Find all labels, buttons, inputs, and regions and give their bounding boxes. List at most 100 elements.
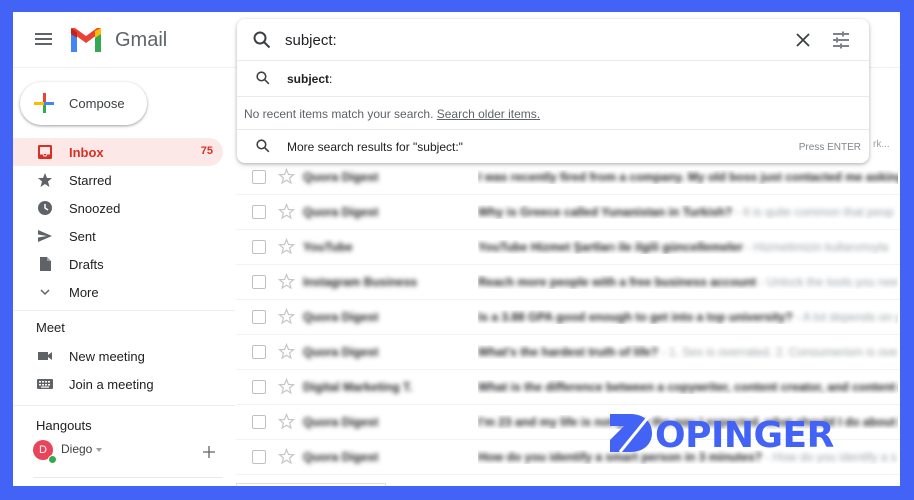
sidebar-item-label: More — [69, 285, 99, 300]
email-sender: Quora Digest — [303, 205, 379, 219]
email-preview: Reach more people with a free business a… — [478, 275, 898, 289]
suggestion-text: subject: — [287, 72, 332, 86]
star-icon — [38, 173, 52, 187]
email-row[interactable]: Quora Digest Is a 3.88 GPA good enough to… — [236, 300, 900, 335]
search-input[interactable] — [285, 27, 785, 53]
sidebar-item-more[interactable]: More — [13, 278, 223, 306]
email-preview: Why is Greece called Yunanistan in Turki… — [478, 205, 898, 219]
more-results-text: More search results for "subject:" — [287, 140, 463, 154]
sidebar-item-starred[interactable]: Starred — [13, 166, 223, 194]
email-sender: YouTube — [303, 240, 353, 254]
email-subject: What's the hardest truth of life? — [478, 345, 659, 359]
row-checkbox[interactable] — [252, 345, 266, 359]
star-outline-icon[interactable] — [278, 413, 295, 430]
search-options-icon[interactable] — [832, 31, 850, 49]
row-checkbox[interactable] — [252, 415, 266, 429]
email-row[interactable]: Instagram Business Reach more people with… — [236, 265, 900, 300]
email-snippet: - 1. Sex is overrated. 2. Consumerism is… — [658, 345, 898, 359]
email-row[interactable]: YouTube YouTube Hizmet Şartları ile ilgil… — [236, 230, 900, 265]
email-subject: YouTube Hizmet Şartları ile ilgili günce… — [478, 240, 743, 254]
compose-plus-icon — [34, 93, 54, 113]
star-outline-icon[interactable] — [278, 273, 295, 290]
sidebar-item-label: Drafts — [69, 257, 104, 272]
gmail-logo-icon — [71, 28, 101, 52]
email-preview: What is the difference between a copywri… — [478, 380, 898, 394]
main-menu-icon[interactable] — [33, 30, 55, 50]
email-sender: Digital Marketing T. — [303, 380, 413, 394]
dopinger-d-logo-icon — [610, 410, 656, 452]
email-snippet: - Hizmetimizin kullanımıyla — [742, 240, 889, 254]
suggestion-rest: : — [329, 72, 333, 86]
search-older-items-link[interactable]: Search older items. — [437, 107, 540, 121]
star-outline-icon[interactable] — [278, 378, 295, 395]
email-subject: I was recently fired from a company. My … — [478, 170, 898, 184]
hangouts-divider — [33, 477, 223, 478]
star-outline-icon[interactable] — [278, 448, 295, 465]
email-sender: Quora Digest — [303, 345, 379, 359]
row-checkbox[interactable] — [252, 205, 266, 219]
row-checkbox[interactable] — [252, 240, 266, 254]
sidebar-item-drafts[interactable]: Drafts — [13, 250, 223, 278]
sidebar-item-label: Snoozed — [69, 201, 121, 216]
online-status-dot — [48, 455, 57, 464]
email-sender: Quora Digest — [303, 310, 379, 324]
email-row[interactable]: Quora Digest I was recently fired from a … — [236, 160, 900, 195]
video-camera-icon — [38, 352, 52, 360]
new-meeting-button[interactable]: New meeting — [13, 343, 223, 369]
draft-icon — [40, 257, 51, 271]
search-suggestion[interactable]: subject: — [237, 61, 869, 97]
sidebar-item-label: Starred — [69, 173, 112, 188]
email-preview: Is a 3.88 GPA good enough to get into a … — [478, 310, 898, 324]
clear-search-icon[interactable] — [794, 31, 812, 49]
meet-section-title: Meet — [36, 320, 65, 335]
new-meeting-label: New meeting — [69, 349, 145, 364]
star-outline-icon[interactable] — [278, 343, 295, 360]
compose-button[interactable]: Compose — [20, 82, 147, 125]
keyboard-icon — [37, 379, 53, 389]
sidebar-divider — [13, 310, 235, 311]
star-outline-icon[interactable] — [278, 308, 295, 325]
row-checkbox[interactable] — [252, 450, 266, 464]
row-checkbox[interactable] — [252, 275, 266, 289]
search-dropdown: subject: No recent items match your sear… — [237, 19, 869, 163]
gmail-window: Gmail Compose Inbox 75 Starred Snoozed S… — [13, 12, 900, 486]
search-icon[interactable] — [253, 31, 271, 49]
suggestion-bold: subject — [287, 72, 330, 86]
star-outline-icon[interactable] — [278, 203, 295, 220]
email-row[interactable]: Digital Marketing T. What is the differen… — [236, 370, 900, 405]
app-name: Gmail — [115, 29, 168, 51]
chevron-down-icon — [40, 289, 50, 296]
sidebar-item-inbox[interactable]: Inbox 75 — [13, 138, 223, 166]
watermark-text: OPINGER — [655, 415, 834, 456]
star-outline-icon[interactable] — [278, 238, 295, 255]
dopinger-watermark: OPINGER — [610, 410, 880, 460]
row-checkbox[interactable] — [252, 310, 266, 324]
email-sender: Quora Digest — [303, 450, 379, 464]
no-recent-message: No recent items match your search. Searc… — [237, 98, 869, 130]
list-footer — [236, 483, 386, 486]
sidebar-item-sent[interactable]: Sent — [13, 222, 223, 250]
email-row[interactable]: Quora Digest What's the hardest truth of … — [236, 335, 900, 370]
join-meeting-button[interactable]: Join a meeting — [13, 371, 223, 397]
hangouts-user-menu[interactable]: D Diego — [33, 440, 183, 466]
sidebar-divider — [13, 405, 235, 406]
row-checkbox[interactable] — [252, 380, 266, 394]
add-hangout-icon[interactable] — [201, 444, 217, 460]
inbox-icon — [38, 145, 52, 159]
email-snippet: - It is quite common that peop — [732, 205, 894, 219]
hangouts-section-title: Hangouts — [36, 418, 92, 433]
sidebar-item-snoozed[interactable]: Snoozed — [13, 194, 223, 222]
send-icon — [38, 230, 52, 242]
search-icon — [256, 139, 270, 153]
email-row[interactable]: Quora Digest Why is Greece called Yunanis… — [236, 195, 900, 230]
sidebar-nav: Inbox 75 Starred Snoozed Sent Drafts Mor… — [13, 138, 223, 306]
email-preview: I was recently fired from a company. My … — [478, 170, 898, 184]
more-search-results[interactable]: More search results for "subject:" Press… — [237, 131, 869, 163]
no-recent-text: No recent items match your search. Searc… — [244, 107, 540, 121]
search-bar — [237, 19, 869, 61]
email-subject: Is a 3.88 GPA good enough to get into a … — [478, 310, 793, 324]
row-checkbox[interactable] — [252, 170, 266, 184]
join-meeting-label: Join a meeting — [69, 377, 154, 392]
email-snippet: - Unlock the tools you nee — [756, 275, 898, 289]
star-outline-icon[interactable] — [278, 168, 295, 185]
